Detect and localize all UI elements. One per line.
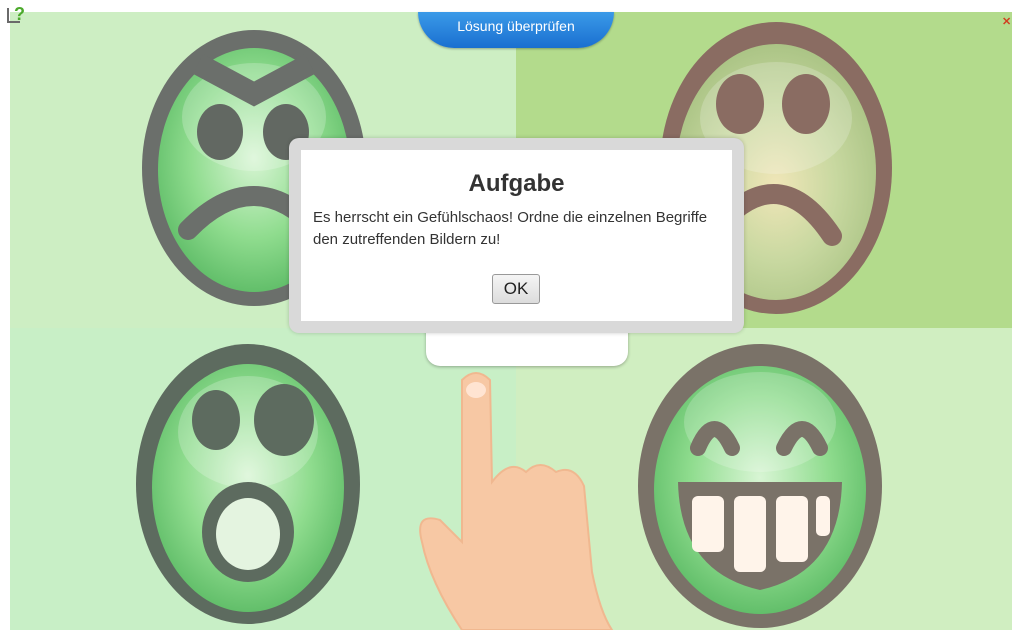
help-icon[interactable]: ?: [6, 4, 28, 26]
svg-text:?: ?: [14, 4, 25, 24]
pointing-hand: [419, 372, 614, 630]
check-solution-button[interactable]: Lösung überprüfen: [418, 12, 614, 48]
ok-button[interactable]: OK: [492, 274, 540, 304]
task-dialog: Aufgabe Es herrscht ein Gefühlschaos! Or…: [289, 138, 744, 333]
task-dialog-body: Aufgabe Es herrscht ein Gefühlschaos! Or…: [301, 150, 732, 321]
surprised-smiley: [136, 344, 360, 624]
dialog-text: Es herrscht ein Gefühlschaos! Ordne die …: [313, 209, 708, 248]
grinning-smiley: [638, 344, 882, 628]
close-icon[interactable]: ✕: [1002, 16, 1012, 28]
answer-card-slot[interactable]: [426, 330, 628, 366]
dialog-title: Aufgabe: [468, 170, 565, 197]
